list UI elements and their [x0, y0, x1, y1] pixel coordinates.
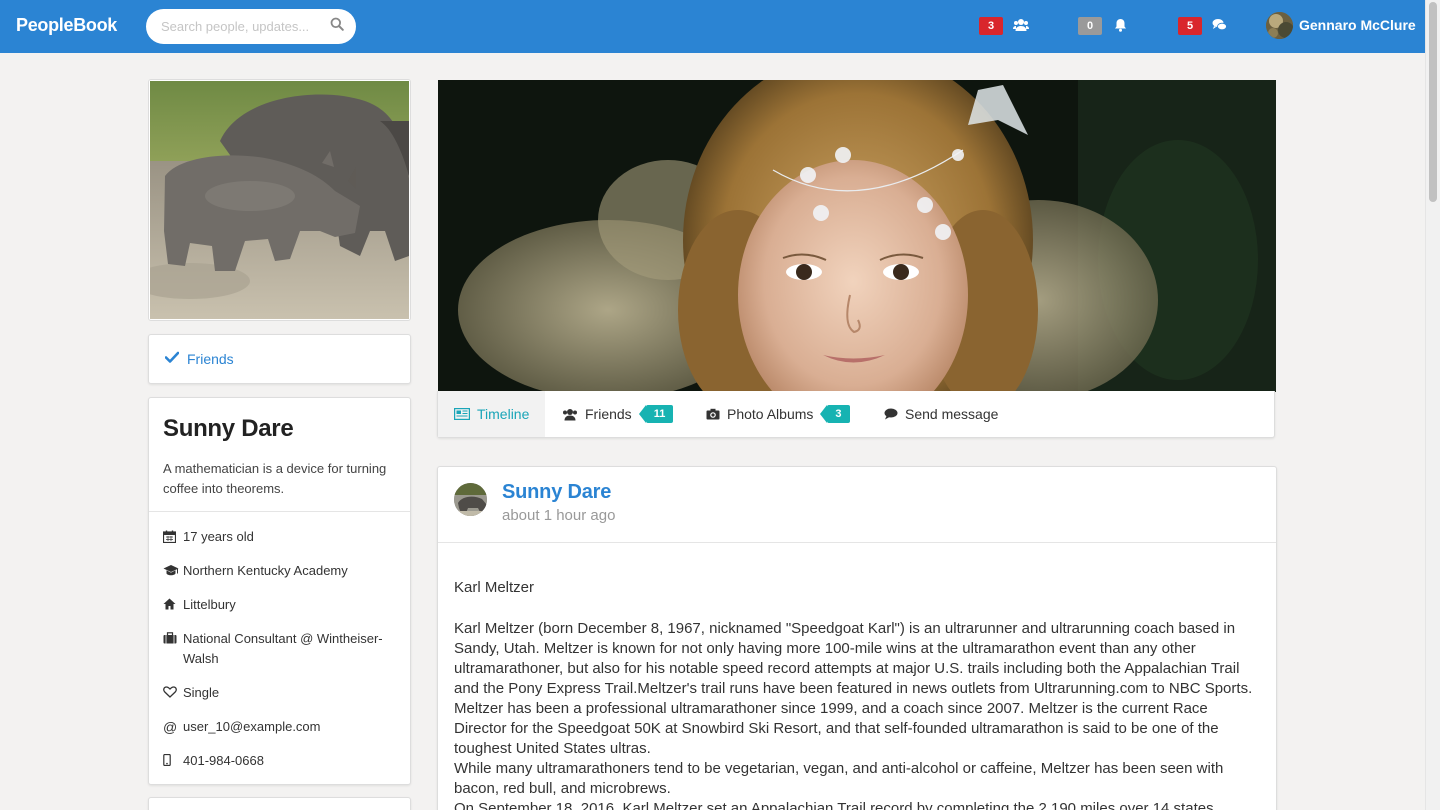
- profile-email: @ user_10@example.com: [163, 717, 403, 737]
- profile-email-text: user_10@example.com: [183, 719, 321, 734]
- tab-timeline-label: Timeline: [477, 406, 530, 422]
- sidebar-secondary-card: [148, 797, 411, 810]
- heart-icon: [163, 683, 183, 703]
- divider: [438, 542, 1276, 543]
- post-paragraph: While many ultramarathoners tend to be v…: [454, 760, 1224, 797]
- tab-timeline[interactable]: Timeline: [438, 391, 546, 437]
- search-box[interactable]: [146, 9, 356, 44]
- tab-photo-albums[interactable]: Photo Albums 3: [706, 391, 850, 437]
- profile-bio: A mathematician is a device for turning …: [163, 461, 387, 496]
- newspaper-icon: [454, 408, 470, 420]
- post-paragraph: Karl Meltzer (born December 8, 1967, nic…: [454, 620, 1253, 757]
- check-icon: [164, 350, 180, 368]
- tab-friends[interactable]: Friends 11: [562, 391, 674, 437]
- profile-school-text: Northern Kentucky Academy: [183, 563, 348, 578]
- search-icon[interactable]: [330, 17, 344, 36]
- tab-friends-label: Friends: [585, 406, 632, 422]
- divider: [149, 511, 410, 512]
- post-author-name[interactable]: Sunny Dare: [502, 481, 611, 504]
- profile-hometown-text: Littelbury: [183, 597, 236, 612]
- cover-photo: [438, 80, 1276, 392]
- profile-hometown: Littelbury: [163, 595, 403, 615]
- graduation-cap-icon: [163, 561, 183, 581]
- comment-icon: [884, 408, 898, 420]
- post-paragraph: On September 18, 2016, Karl Meltzer set …: [454, 800, 1214, 810]
- profile-relationship-text: Single: [183, 685, 220, 700]
- profile-age-text: 17 years old: [183, 529, 254, 544]
- tab-send-message[interactable]: Send message: [884, 391, 998, 437]
- profile-photo: [148, 79, 411, 321]
- briefcase-icon: [163, 629, 183, 669]
- profile-job-text: National Consultant @ Wintheiser-Walsh: [183, 631, 383, 666]
- users-icon: [562, 408, 578, 421]
- profile-info-card: Sunny Dare A mathematician is a device f…: [148, 397, 411, 785]
- timeline-post: Sunny Dare about 1 hour ago Karl Meltzer…: [437, 466, 1277, 810]
- brand-logo[interactable]: PeopleBook: [16, 15, 117, 36]
- profile-phone-text: 401-984-0668: [183, 753, 264, 768]
- albums-count-badge: 3: [820, 405, 850, 423]
- camera-icon: [706, 408, 720, 420]
- comments-icon[interactable]: [1212, 18, 1228, 34]
- friends-status-button[interactable]: Friends: [148, 334, 411, 384]
- profile-name: Sunny Dare: [163, 415, 294, 442]
- post-timestamp: about 1 hour ago: [502, 507, 616, 524]
- friends-status-label: Friends: [187, 351, 234, 367]
- profile-school: Northern Kentucky Academy: [163, 561, 403, 581]
- profile-phone: 401-984-0668: [163, 751, 403, 771]
- scrollbar-thumb[interactable]: [1429, 2, 1437, 202]
- search-input[interactable]: [161, 19, 330, 34]
- mobile-phone-icon: [163, 751, 183, 771]
- user-name-link[interactable]: Gennaro McClure: [1299, 17, 1416, 33]
- post-author-avatar[interactable]: [454, 483, 487, 516]
- profile-job: National Consultant @ Wintheiser-Walsh: [163, 629, 403, 669]
- post-body: Karl Meltzer (born December 8, 1967, nic…: [454, 619, 1262, 810]
- messages-badge[interactable]: 5: [1178, 17, 1202, 35]
- user-avatar[interactable]: [1266, 12, 1293, 39]
- profile-relationship: Single: [163, 683, 403, 703]
- profile-tabs: Timeline Friends 11 Photo Albums 3 Send …: [437, 391, 1275, 438]
- post-title: Karl Meltzer: [454, 579, 535, 596]
- users-icon[interactable]: [1013, 18, 1029, 34]
- home-icon: [163, 595, 183, 615]
- at-icon: @: [163, 719, 178, 735]
- page-scrollbar[interactable]: [1425, 0, 1440, 810]
- calendar-icon: [163, 527, 183, 547]
- friends-count-badge: 11: [638, 405, 674, 423]
- friend-requests-badge[interactable]: 3: [979, 17, 1003, 35]
- top-navbar: PeopleBook 3 0 5 Gennaro McClure: [0, 0, 1425, 53]
- bell-icon[interactable]: [1114, 18, 1130, 34]
- tab-photo-albums-label: Photo Albums: [727, 406, 814, 422]
- profile-age: 17 years old: [163, 527, 403, 547]
- notifications-badge[interactable]: 0: [1078, 17, 1102, 35]
- tab-send-message-label: Send message: [905, 406, 999, 422]
